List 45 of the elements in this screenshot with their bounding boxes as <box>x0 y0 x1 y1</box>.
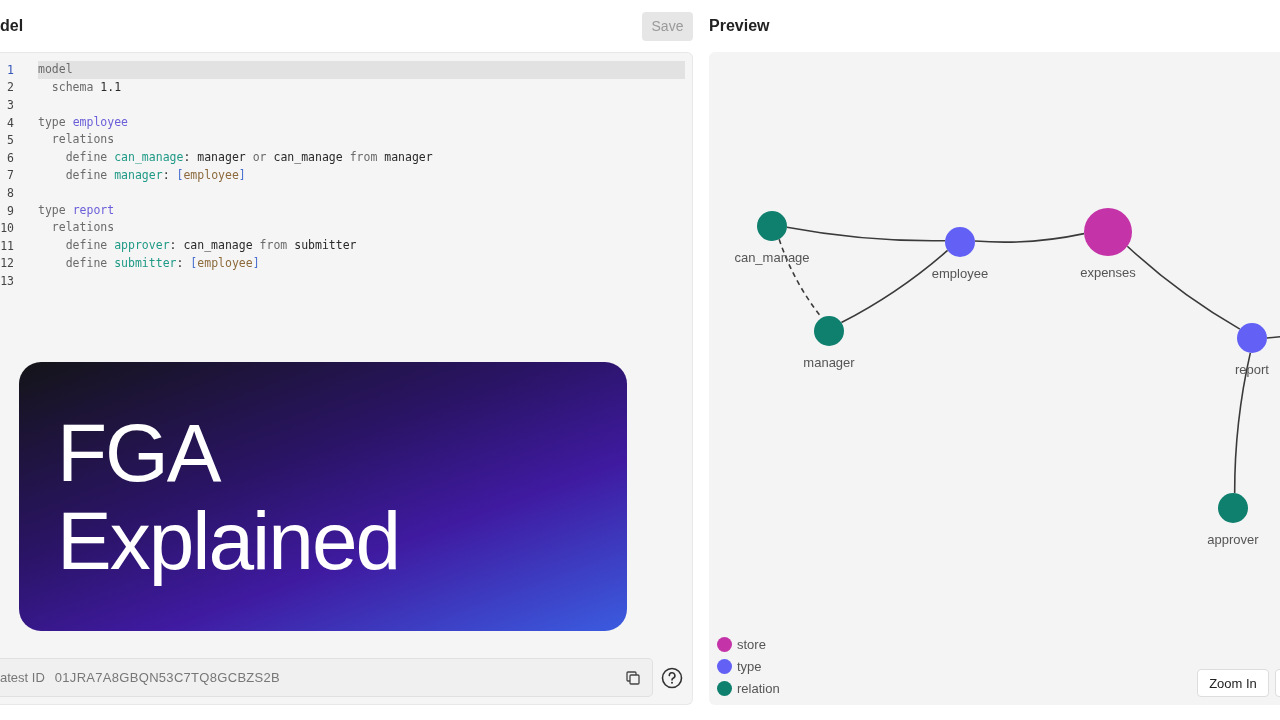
code-line: relations <box>50 131 116 149</box>
title-text: FGA <box>57 408 222 497</box>
graph-node[interactable] <box>1218 493 1248 523</box>
title-text: Explained <box>57 496 401 585</box>
line-number: 1 <box>6 62 14 77</box>
code-line: define can_manage: manager or can_manage from manager <box>64 148 434 166</box>
node-label: employee <box>931 266 989 281</box>
line-number: 7 <box>6 168 14 183</box>
line-number: 4 <box>6 115 14 130</box>
line-number: 13 <box>0 273 14 288</box>
line-number: 8 <box>6 185 14 200</box>
line-number: 9 <box>6 203 14 218</box>
help-icon[interactable] <box>661 666 683 689</box>
code-line: schema 1.1 <box>50 78 123 96</box>
line-number: 2 <box>6 80 14 95</box>
preview-title: Preview <box>709 17 770 35</box>
graph-node[interactable] <box>945 227 975 257</box>
code-line: define manager: [employee] <box>64 166 247 184</box>
graph-node[interactable] <box>757 211 787 241</box>
line-number: 5 <box>6 133 14 148</box>
editor-title: del <box>0 17 24 35</box>
line-number: 10 <box>0 221 14 236</box>
code-line: define approver: can_manage from submitter <box>64 236 358 254</box>
code-line: type report <box>38 201 116 219</box>
node-label: approver <box>1207 532 1259 547</box>
graph-edge <box>1266 335 1280 339</box>
graph-node[interactable] <box>1084 208 1132 256</box>
zoom-in-button[interactable]: Zoom In <box>1197 669 1269 697</box>
line-number: 3 <box>6 98 14 112</box>
code-line: define submitter: [employee] <box>64 254 261 272</box>
id-field[interactable]: atest ID 01JRA7A8GBQN53C7TQ8GCBZS2B <box>0 658 653 697</box>
node-label: manager <box>803 355 855 370</box>
line-number: 6 <box>6 150 14 165</box>
copy-icon[interactable] <box>626 670 640 685</box>
legend-label: store <box>737 637 766 652</box>
code-line: relations <box>50 219 116 237</box>
legend-label: relation <box>737 681 780 696</box>
line-number: 11 <box>0 238 14 253</box>
graph-node[interactable] <box>1237 323 1267 353</box>
code-line: type employee <box>38 113 129 131</box>
node-label: can_manage <box>734 250 810 265</box>
legend-label: type <box>737 659 762 674</box>
graph-node[interactable] <box>814 316 844 346</box>
line-number: 12 <box>0 256 14 271</box>
node-label: expenses <box>1080 265 1136 280</box>
